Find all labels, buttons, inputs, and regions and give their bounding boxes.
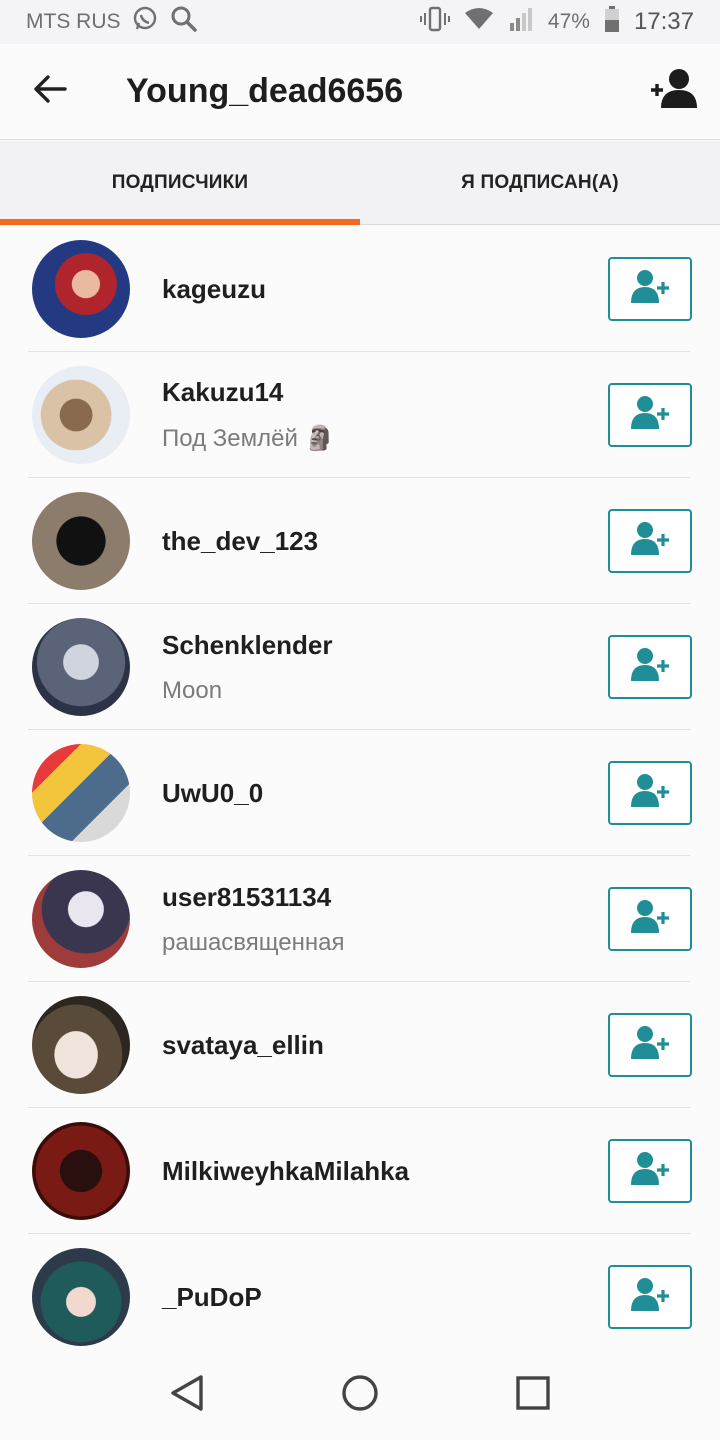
follow-button[interactable] <box>608 887 692 951</box>
whatsapp-icon <box>131 5 159 39</box>
username[interactable]: kageuzu <box>162 274 608 305</box>
user-status: рашасвященная <box>162 928 345 956</box>
follow-button[interactable] <box>608 1265 692 1329</box>
app-bar: Young_dead6656 <box>0 44 720 140</box>
navigation-bar <box>0 1350 720 1440</box>
follow-button[interactable] <box>608 761 692 825</box>
carrier-label: MTS RUS <box>26 10 121 33</box>
follower-list: kageuzu Kakuzu14 Под Землёй 🗿 the_dev_12… <box>0 226 720 1360</box>
follow-button[interactable] <box>608 383 692 447</box>
avatar[interactable] <box>32 1122 130 1220</box>
add-user-icon <box>628 899 672 940</box>
user-info: Schenklender Moon <box>162 630 608 705</box>
list-item[interactable]: svataya_ellin <box>0 982 720 1108</box>
nav-recents-button[interactable] <box>503 1365 563 1425</box>
username[interactable]: svataya_ellin <box>162 1030 608 1061</box>
add-user-icon <box>628 773 672 814</box>
username[interactable]: UwU0_0 <box>162 778 608 809</box>
status-right: 47% 17:37 <box>419 5 694 39</box>
tab-followers-label: ПОДПИСЧИКИ <box>111 171 249 193</box>
user-info: _PuDoP <box>162 1282 608 1313</box>
username[interactable]: Schenklender <box>162 630 608 661</box>
nav-back-button[interactable] <box>157 1365 217 1425</box>
user-status: Под Землёй 🗿 <box>162 425 335 452</box>
user-info: the_dev_123 <box>162 526 608 557</box>
avatar[interactable] <box>32 1248 130 1346</box>
back-button[interactable] <box>20 62 80 122</box>
add-user-icon <box>628 269 672 310</box>
user-info: svataya_ellin <box>162 1030 608 1061</box>
battery-percent: 47% <box>547 10 590 33</box>
list-item[interactable]: Schenklender Moon <box>0 604 720 730</box>
nav-home-button[interactable] <box>330 1365 390 1425</box>
square-recents-icon <box>516 1375 551 1415</box>
add-person-button[interactable] <box>646 64 702 120</box>
triangle-back-icon <box>169 1374 205 1417</box>
username[interactable]: user81531134 <box>162 882 608 913</box>
user-info: user81531134 рашасвященная <box>162 882 608 957</box>
avatar[interactable] <box>32 240 130 338</box>
username[interactable]: Kakuzu14 <box>162 377 608 408</box>
list-item[interactable]: kageuzu <box>0 226 720 352</box>
avatar[interactable] <box>32 366 130 464</box>
user-info: UwU0_0 <box>162 778 608 809</box>
username[interactable]: the_dev_123 <box>162 526 608 557</box>
status-bar: MTS RUS 47% 17:37 <box>0 0 720 44</box>
list-item[interactable]: Kakuzu14 Под Землёй 🗿 <box>0 352 720 478</box>
tab-following-label: Я ПОДПИСАН(А) <box>461 171 619 193</box>
tab-bar: ПОДПИСЧИКИ Я ПОДПИСАН(А) <box>0 141 720 225</box>
avatar[interactable] <box>32 870 130 968</box>
tab-followers[interactable]: ПОДПИСЧИКИ <box>0 141 360 225</box>
list-item[interactable]: user81531134 рашасвященная <box>0 856 720 982</box>
wifi-icon <box>464 7 494 37</box>
add-user-icon <box>628 1025 672 1066</box>
add-person-icon <box>649 68 699 115</box>
vibrate-icon <box>419 5 450 39</box>
list-item[interactable]: _PuDoP <box>0 1234 720 1360</box>
follow-button[interactable] <box>608 1013 692 1077</box>
add-user-icon <box>628 395 672 436</box>
follow-button[interactable] <box>608 509 692 573</box>
circle-home-icon <box>341 1374 379 1417</box>
back-arrow-icon <box>33 74 67 109</box>
user-info: kageuzu <box>162 274 608 305</box>
tab-following[interactable]: Я ПОДПИСАН(А) <box>360 141 720 224</box>
follow-button[interactable] <box>608 257 692 321</box>
follow-button[interactable] <box>608 635 692 699</box>
follow-button[interactable] <box>608 1139 692 1203</box>
list-item[interactable]: UwU0_0 <box>0 730 720 856</box>
user-status: Moon <box>162 676 223 704</box>
list-item[interactable]: MilkiweyhkaMilahka <box>0 1108 720 1234</box>
clock: 17:37 <box>633 8 694 35</box>
avatar[interactable] <box>32 618 130 716</box>
add-user-icon <box>628 521 672 562</box>
username[interactable]: MilkiweyhkaMilahka <box>162 1156 608 1187</box>
avatar[interactable] <box>32 744 130 842</box>
avatar[interactable] <box>32 492 130 590</box>
user-info: Kakuzu14 Под Землёй 🗿 <box>162 377 608 453</box>
user-info: MilkiweyhkaMilahka <box>162 1156 608 1187</box>
list-item[interactable]: the_dev_123 <box>0 478 720 604</box>
add-user-icon <box>628 1277 672 1318</box>
avatar[interactable] <box>32 996 130 1094</box>
search-icon <box>169 4 199 40</box>
add-user-icon <box>628 1151 672 1192</box>
add-user-icon <box>628 647 672 688</box>
status-left: MTS RUS <box>26 4 199 40</box>
battery-icon <box>604 5 620 39</box>
username[interactable]: _PuDoP <box>162 1282 608 1313</box>
page-title: Young_dead6656 <box>126 72 404 110</box>
signal-icon <box>508 6 534 38</box>
